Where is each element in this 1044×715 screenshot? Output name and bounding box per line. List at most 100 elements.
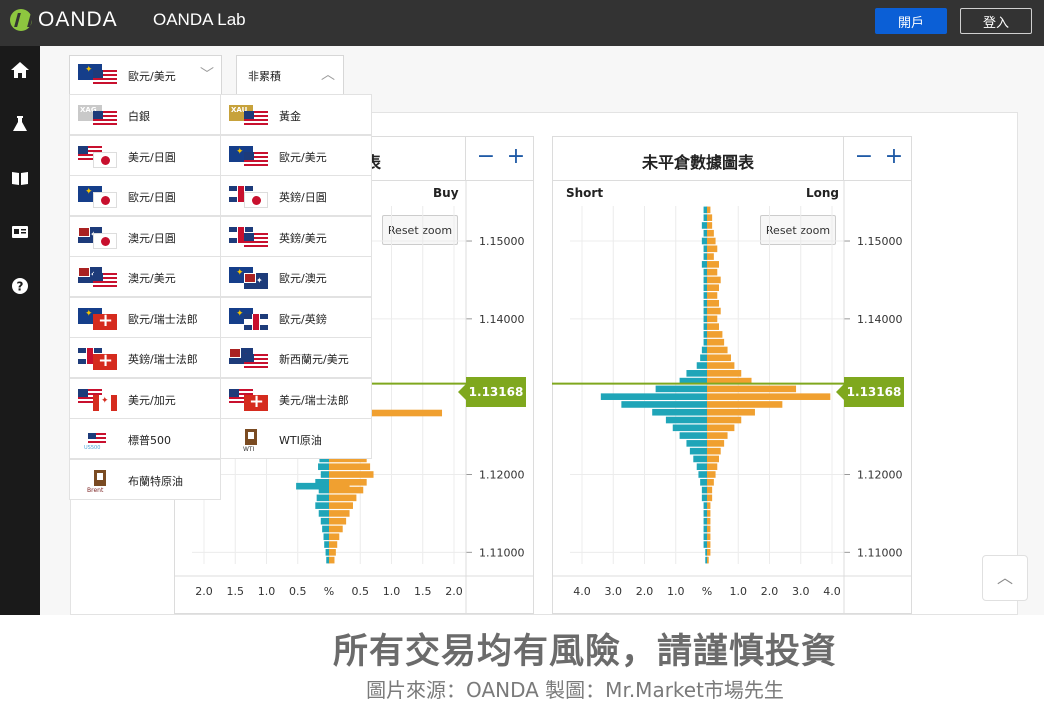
long-bar <box>707 447 721 455</box>
long-bar <box>707 268 718 276</box>
long-bar <box>707 416 742 424</box>
jp-flag-icon <box>244 192 268 208</box>
short-bar <box>323 533 329 541</box>
oanda-logo[interactable]: OANDA <box>10 8 118 32</box>
dropdown-item[interactable]: 澳元/美元 <box>69 256 221 297</box>
zoom-in-button[interactable]: + <box>504 145 528 169</box>
dropdown-item[interactable]: Brent 布蘭特原油 <box>69 458 221 500</box>
lab-title: OANDA Lab <box>153 10 246 29</box>
long-bar <box>707 299 719 307</box>
top-bar: OANDA OANDA Lab 開戶 登入 <box>0 0 1044 46</box>
y-tick-label: 1.14000 <box>479 313 525 326</box>
short-bar <box>703 525 707 533</box>
instrument-icon <box>78 186 120 208</box>
dropdown-item[interactable]: US500 標普500 <box>69 418 221 459</box>
dropdown-item-label: 美元/日圓 <box>128 150 176 164</box>
x-tick-label: 1.0 <box>383 585 401 598</box>
instrument-icon: WTI <box>229 429 271 453</box>
short-bar <box>701 261 707 268</box>
long-bar <box>707 315 718 323</box>
jp-flag-icon <box>93 151 117 168</box>
right-panel-title: 未平倉數據圖表 <box>641 153 754 172</box>
us-flag-icon <box>244 111 268 127</box>
short-bar <box>701 346 707 354</box>
instrument-icon <box>229 388 271 411</box>
short-bar <box>324 541 329 548</box>
right-panel-header: 未平倉數據圖表 − + <box>553 137 911 181</box>
zoom-out-button[interactable]: − <box>474 145 498 169</box>
dropdown-item-label: 歐元/英鎊 <box>279 312 327 326</box>
dropdown-item[interactable]: 美元/日圓 <box>69 134 221 176</box>
book-icon[interactable] <box>10 168 30 188</box>
dropdown-item-label: 黃金 <box>279 110 301 123</box>
dropdown-item[interactable]: 歐元/澳元 <box>220 256 372 297</box>
long-bar <box>707 362 735 369</box>
dropdown-item[interactable]: 歐元/美元 <box>220 134 372 176</box>
short-bar <box>703 299 707 307</box>
long-bar <box>329 517 347 525</box>
y-tick-label: 1.12000 <box>479 469 525 482</box>
long-bar <box>707 385 797 393</box>
left-zoom-tools: − + <box>465 137 533 181</box>
long-bar <box>707 556 709 564</box>
zoom-in-button[interactable]: + <box>882 145 906 169</box>
instrument-selector[interactable]: 歐元/美元 ﹀ <box>69 55 222 95</box>
long-bar <box>707 338 725 346</box>
chevron-up-icon: ︿ <box>996 568 1013 587</box>
short-bar <box>679 432 707 439</box>
dropdown-item[interactable]: 歐元/日圓 <box>69 175 221 216</box>
x-tick-label: 1.5 <box>414 585 432 598</box>
instrument-selected: 歐元/美元 <box>128 70 176 83</box>
short-bar <box>705 549 707 556</box>
oil-rig-icon <box>245 429 257 445</box>
short-bar <box>705 556 707 564</box>
id-card-icon[interactable] <box>10 222 30 242</box>
ca-flag-icon <box>93 394 117 411</box>
short-bar <box>693 455 707 463</box>
short-bar <box>703 323 707 330</box>
flask-icon[interactable] <box>10 114 30 134</box>
dropdown-item[interactable]: 英鎊/日圓 <box>220 175 372 216</box>
scroll-top-button[interactable]: ︿ <box>982 555 1028 601</box>
long-bar <box>707 292 718 299</box>
short-bar <box>703 331 707 338</box>
login-button[interactable]: 登入 <box>960 8 1032 34</box>
dropdown-item[interactable]: 歐元/瑞士法郎 <box>69 296 221 338</box>
dropdown-item[interactable]: XAU 黃金 <box>220 94 372 135</box>
long-bar <box>707 393 831 400</box>
instrument-icon: US500 <box>78 429 120 451</box>
help-icon[interactable]: ? <box>10 276 30 296</box>
long-bar <box>329 525 343 533</box>
zoom-out-button[interactable]: − <box>852 145 876 169</box>
long-bar <box>707 346 728 354</box>
dropdown-item[interactable]: 美元/加元 <box>69 377 221 419</box>
y-tick-label: 1.15000 <box>857 235 903 248</box>
dropdown-item-label: 美元/加元 <box>128 393 176 407</box>
long-bar <box>707 533 711 541</box>
dropdown-item[interactable]: 新西蘭元/美元 <box>220 337 372 378</box>
dropdown-item[interactable]: 歐元/英鎊 <box>220 296 372 338</box>
dropdown-item[interactable]: 英鎊/瑞士法郎 <box>69 337 221 378</box>
current-price-tag-right: 1.13168 <box>836 377 904 407</box>
short-bar <box>315 502 329 509</box>
instrument-icon <box>78 307 120 330</box>
long-bar <box>707 517 711 525</box>
dropdown-item-label: WTI原油 <box>279 434 322 447</box>
home-icon[interactable] <box>10 60 30 80</box>
short-bar <box>703 245 707 253</box>
long-bar <box>707 541 711 548</box>
side-nav: ? <box>0 46 40 615</box>
dropdown-item[interactable]: 澳元/日圓 <box>69 215 221 257</box>
ch-flag-icon <box>244 394 268 411</box>
instrument-icon <box>78 226 120 249</box>
footer-banner: 所有交易均有風險，請謹慎投資 圖片來源：OANDA 製圖：Mr.Market市場… <box>0 615 1044 715</box>
long-bar <box>707 261 719 268</box>
mode-selector[interactable]: 非累積 ︿ <box>236 55 344 95</box>
dropdown-item[interactable]: 美元/瑞士法郎 <box>220 377 372 419</box>
dropdown-item[interactable]: XAG 白銀 <box>69 94 221 135</box>
dropdown-item[interactable]: 英鎊/美元 <box>220 215 372 257</box>
dropdown-item[interactable]: WTI WTI原油 <box>220 418 372 459</box>
long-bar <box>707 455 719 463</box>
open-account-button[interactable]: 開戶 <box>875 8 947 34</box>
risk-warning: 所有交易均有風險，請謹慎投資 <box>332 632 837 672</box>
